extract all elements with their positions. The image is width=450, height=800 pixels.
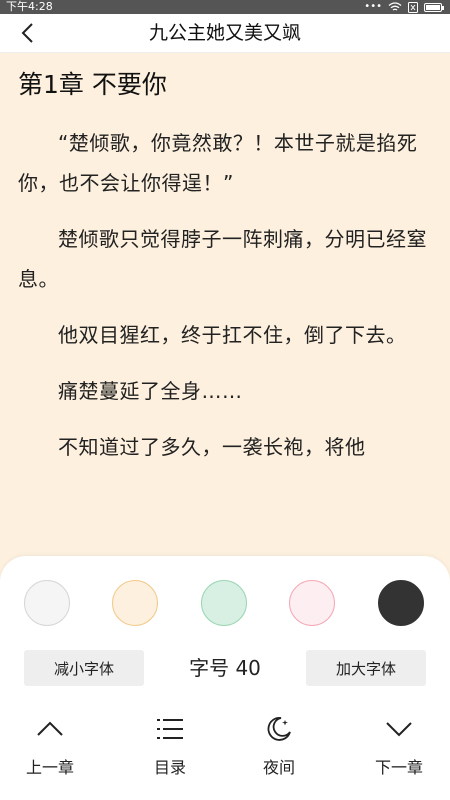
reading-content[interactable]: 第1章 不要你 “楚倾歌，你竟然敢？！本世子就是掐死你，也不会让你得逞！” 楚倾… [0,53,450,563]
back-button[interactable] [10,16,46,50]
moon-icon [264,714,294,744]
toc-label: 目录 [153,758,186,777]
chevron-left-icon [21,23,33,43]
sim-icon [408,1,418,13]
top-nav-bar: 九公主她又美又飒 [0,14,450,53]
book-title: 九公主她又美又飒 [148,22,301,44]
theme-swatch-pink[interactable] [289,580,335,626]
chevron-up-icon [35,714,65,744]
theme-swatches [0,580,450,630]
theme-swatch-green[interactable] [201,580,247,626]
paragraph: 不知道过了多久，一袭长袍，将他 [58,435,366,459]
night-mode-button[interactable]: 夜间 [234,706,324,786]
decrease-font-button[interactable]: 减小字体 [24,650,144,686]
chevron-down-icon [384,714,414,744]
toc-button[interactable]: 目录 [125,706,215,786]
theme-swatch-night[interactable] [378,580,424,626]
bottom-nav: 上一章 目录 夜间 下一章 [0,706,450,796]
chapter-title: 第1章 不要你 [18,70,167,99]
next-chapter-label: 下一章 [374,758,423,777]
prev-chapter-label: 上一章 [25,758,74,777]
status-bar: 下午4:28 ••• [0,0,450,14]
next-chapter-button[interactable]: 下一章 [354,706,444,786]
increase-font-button[interactable]: 加大字体 [306,650,426,686]
wifi-icon [388,2,402,11]
dots-icon: ••• [364,1,382,12]
prev-chapter-button[interactable]: 上一章 [5,706,95,786]
status-time: 下午4:28 [6,0,53,13]
paragraph: 他双目猩红，终于扛不住，倒了下去。 [58,323,407,347]
night-mode-label: 夜间 [262,758,295,777]
paragraph: 痛楚蔓延了全身…… [58,379,243,403]
theme-swatch-white[interactable] [24,580,70,626]
list-icon [155,714,185,744]
paragraph: 楚倾歌只觉得脖子一阵刺痛，分明已经窒息。 [18,227,427,291]
font-size-row: 减小字体 字号 40 加大字体 [0,648,450,688]
reader-settings-panel: 减小字体 字号 40 加大字体 上一章 目录 夜间 下一章 [0,556,450,800]
font-size-value: 字号 40 [189,656,261,680]
paragraph: “楚倾歌，你竟然敢？！本世子就是掐死你，也不会让你得逞！” [18,131,418,195]
status-icons: ••• [364,0,444,14]
battery-icon [424,2,444,12]
theme-swatch-beige[interactable] [112,580,158,626]
